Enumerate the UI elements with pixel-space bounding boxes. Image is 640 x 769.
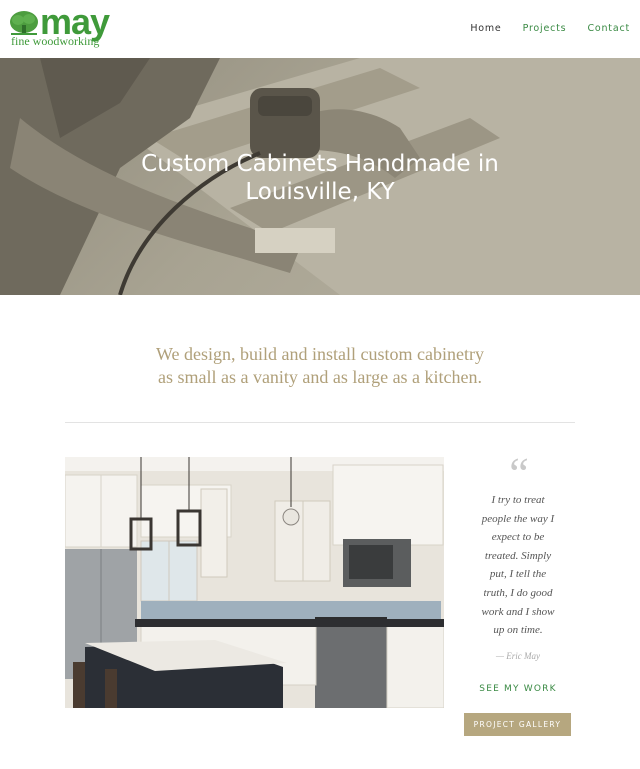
hero-title-line-1: Custom Cabinets Handmade in — [141, 151, 499, 177]
hero-title: Custom Cabinets Handmade in Louisville, … — [0, 150, 640, 206]
quote-line: up on time. — [493, 624, 543, 637]
hero-title-line-2: Louisville, KY — [245, 179, 395, 205]
quote-line: truth, I do good — [483, 586, 553, 599]
quote-line: work and I show — [481, 605, 555, 618]
intro-line-2: as small as a vanity and as large as a k… — [157, 367, 483, 387]
logo[interactable]: may fine woodworking — [8, 2, 128, 50]
quote-line: people the way I — [481, 512, 555, 525]
quote-line: expect to be — [491, 531, 545, 544]
testimonial-quote: I try to treat people the way I expect t… — [466, 491, 570, 640]
see-my-work-link[interactable]: SEE MY WORK — [466, 684, 570, 694]
quote-author: — Eric May — [496, 651, 540, 661]
tree-logo-icon — [10, 11, 38, 35]
nav-contact[interactable]: Contact — [587, 23, 630, 34]
hero-banner: Custom Cabinets Handmade in Louisville, … — [0, 58, 640, 295]
intro-text: We design, build and install custom cabi… — [80, 343, 560, 389]
quote-line: treated. Simply — [484, 549, 552, 562]
intro-line-1: We design, build and install custom cabi… — [156, 344, 484, 364]
main-nav: Home Projects Contact — [470, 23, 630, 34]
section-divider — [65, 422, 575, 423]
quote-line: put, I tell the — [489, 568, 547, 581]
quote-line: I try to treat — [491, 494, 545, 506]
quote-mark-icon: “ — [509, 449, 529, 498]
nav-projects[interactable]: Projects — [523, 23, 567, 34]
project-gallery-button[interactable]: PROJECT GALLERY — [464, 713, 571, 736]
nav-home[interactable]: Home — [470, 23, 501, 34]
kitchen-photo-image — [65, 457, 444, 708]
logo-tagline: fine woodworking — [11, 34, 100, 48]
kitchen-photo — [65, 457, 444, 708]
site-header: may fine woodworking Home Projects Conta… — [0, 0, 640, 58]
